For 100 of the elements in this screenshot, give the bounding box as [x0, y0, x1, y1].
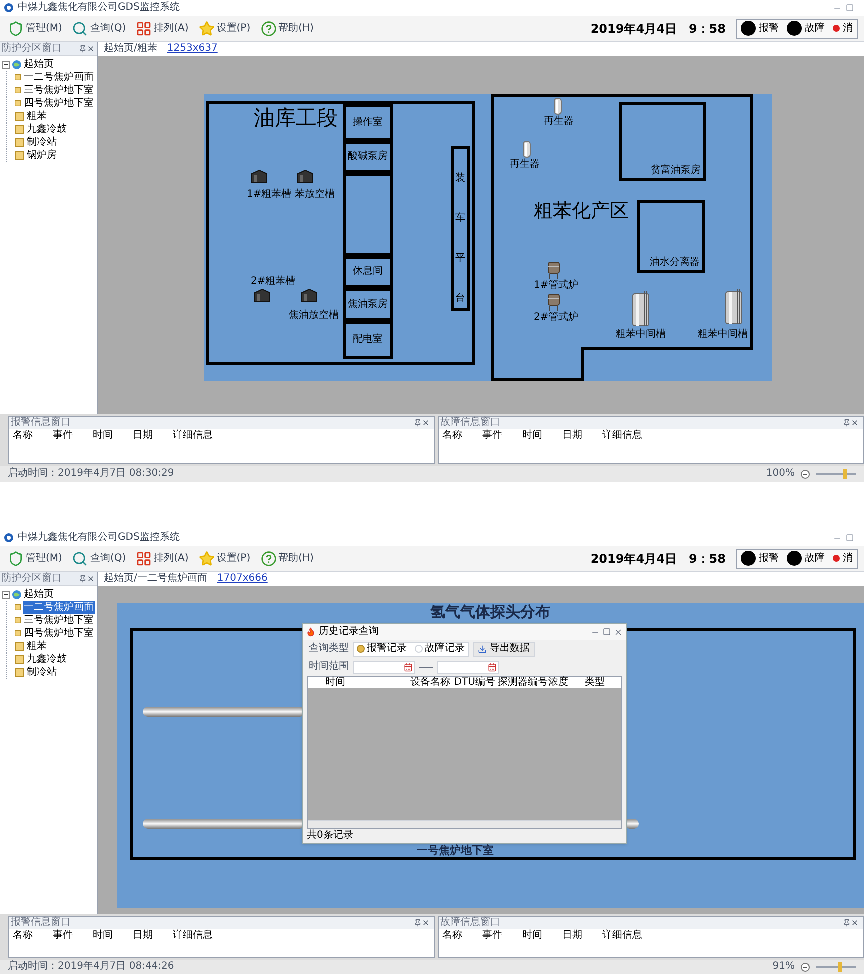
room: 酸碱泵房 [343, 141, 393, 173]
column-header[interactable]: DTU编号 [454, 678, 498, 688]
lamp-label: 故障 [805, 554, 825, 564]
record-count: 共0条记录 [307, 831, 354, 841]
column-header[interactable]: 时间 [522, 930, 562, 940]
lamp-label: 报警 [759, 24, 779, 34]
zoom-level: 91% [772, 962, 795, 972]
column-header[interactable]: 详细信息 [173, 430, 233, 440]
column-header[interactable]: 详细信息 [602, 930, 662, 940]
tree-item[interactable]: 制冷站 [26, 666, 58, 679]
column-header[interactable]: 名称 [13, 430, 53, 440]
tree-item[interactable]: 九鑫冷鼓 [26, 653, 68, 666]
menu-button[interactable]: 查询(Q) [70, 550, 128, 566]
equipment-label: 粗苯中间槽 [698, 330, 748, 340]
time-label: 9：58 [688, 22, 726, 34]
column-header[interactable]: 名称 [442, 430, 482, 440]
menu-button[interactable]: 帮助(H) [258, 550, 316, 566]
mute-button[interactable]: 消 [833, 554, 853, 564]
area-title: 粗苯化产区 [534, 202, 629, 221]
column-header[interactable]: 详细信息 [173, 930, 233, 940]
column-header[interactable]: 日期 [133, 930, 173, 940]
zoom-level: 100% [766, 469, 795, 479]
equipment-label: 再生器 [510, 160, 540, 170]
size-link[interactable]: 1253x637 [167, 44, 218, 54]
field-label: 时间范围 [309, 662, 349, 672]
mute-button[interactable]: 消 [833, 24, 853, 34]
date-label: 2019年4月4日 [590, 552, 677, 564]
tank-label: 2#粗苯槽 [251, 277, 296, 287]
column-header[interactable]: 名称 [13, 930, 53, 940]
column-header[interactable]: 时间 [93, 930, 133, 940]
room: 配电室 [343, 321, 393, 359]
column-header[interactable]: 名称 [442, 930, 482, 940]
room: 操作室 [343, 104, 393, 141]
map-title: 氢气气体探头分布 [430, 605, 550, 620]
column-header[interactable]: 事件 [53, 430, 93, 440]
lamp-label: 故障 [805, 24, 825, 34]
menu-button[interactable]: 管理(M) [6, 20, 64, 36]
tree-item[interactable]: 起始页 [24, 588, 54, 601]
start-time: 启动时间：2019年4月7日 08:44:26 [8, 962, 174, 972]
tree-item[interactable]: 锅炉房 [26, 149, 58, 162]
export-button[interactable]: 导出数据 [473, 642, 535, 656]
panel-title: 报警信息窗口 [11, 418, 71, 428]
column-header[interactable]: 探测器编号 [498, 678, 548, 688]
column-header[interactable]: 类型 [585, 678, 622, 688]
tank-label: 苯放空槽 [295, 190, 335, 200]
tank-label: 焦油放空槽 [289, 311, 339, 321]
tree-item[interactable]: 三号焦炉地下室 [23, 614, 95, 627]
loading-platform: 装车平台 [451, 146, 470, 311]
tree-item[interactable]: 制冷站 [26, 136, 58, 149]
radio-option[interactable]: 报警记录 [357, 644, 407, 654]
equipment-label: 2#管式炉 [534, 313, 579, 323]
panel-title: 故障信息窗口 [440, 418, 500, 428]
field-label: 查询类型 [309, 644, 349, 654]
time-label: 9：58 [688, 552, 726, 564]
column-header[interactable]: 事件 [482, 430, 522, 440]
panel-title: 防护分区窗口 [2, 44, 62, 54]
column-header[interactable]: 时间 [93, 430, 133, 440]
area-label: 一号焦炉地下室 [417, 845, 494, 856]
equipment-label: 1#管式炉 [534, 281, 579, 291]
window-title: 中煤九鑫焦化有限公司GDS监控系统 [18, 533, 180, 543]
breadcrumb: 起始页/一二号焦炉画面 [104, 574, 208, 584]
menu-button[interactable]: 设置(P) [196, 550, 253, 566]
equipment-label: 粗苯中间槽 [616, 330, 666, 340]
menu-button[interactable]: 排列(A) [134, 550, 191, 566]
window-title: 中煤九鑫焦化有限公司GDS监控系统 [18, 3, 180, 13]
tree-item[interactable]: 四号焦炉地下室 [23, 627, 95, 640]
tree-item[interactable]: 一二号焦炉画面 [23, 601, 95, 614]
area-title: 油库工段 [254, 108, 338, 129]
radio-option[interactable]: 故障记录 [415, 644, 465, 654]
column-header[interactable]: 日期 [133, 430, 173, 440]
column-header[interactable]: 日期 [562, 930, 602, 940]
column-header[interactable]: 时间 [522, 430, 562, 440]
date-label: 2019年4月4日 [590, 22, 677, 34]
tank-label: 1#粗苯槽 [247, 190, 292, 200]
equipment-label: 再生器 [544, 117, 574, 127]
menu-button[interactable]: 排列(A) [134, 20, 191, 36]
start-time: 启动时间：2019年4月7日 08:30:29 [8, 469, 174, 479]
dialog-title: 历史记录查询 [319, 627, 379, 637]
column-header[interactable]: 浓度 [548, 678, 586, 688]
menu-button[interactable]: 管理(M) [6, 550, 64, 566]
menu-button[interactable]: 设置(P) [196, 20, 253, 36]
column-header[interactable]: 详细信息 [602, 430, 662, 440]
room: 油水分离器 [637, 200, 705, 273]
tree-item[interactable]: 起始页 [24, 58, 54, 71]
size-link[interactable]: 1707x666 [217, 574, 268, 584]
column-header[interactable]: 事件 [53, 930, 93, 940]
column-header[interactable]: 日期 [562, 430, 602, 440]
tree-item[interactable]: 粗苯 [26, 640, 48, 653]
column-header[interactable]: 设备名称 [410, 678, 454, 688]
tree-item[interactable]: 三号焦炉地下室 [23, 84, 95, 97]
column-header[interactable]: 时间 [325, 678, 411, 688]
menu-button[interactable]: 帮助(H) [258, 20, 316, 36]
column-header[interactable]: 事件 [482, 930, 522, 940]
tree-item[interactable]: 一二号焦炉画面 [23, 71, 95, 84]
tree-item[interactable]: 粗苯 [26, 110, 48, 123]
menu-button[interactable]: 查询(Q) [70, 20, 128, 36]
lamp-label: 报警 [759, 554, 779, 564]
room: 贫富油泵房 [619, 102, 706, 181]
tree-item[interactable]: 四号焦炉地下室 [23, 97, 95, 110]
tree-item[interactable]: 九鑫冷鼓 [26, 123, 68, 136]
